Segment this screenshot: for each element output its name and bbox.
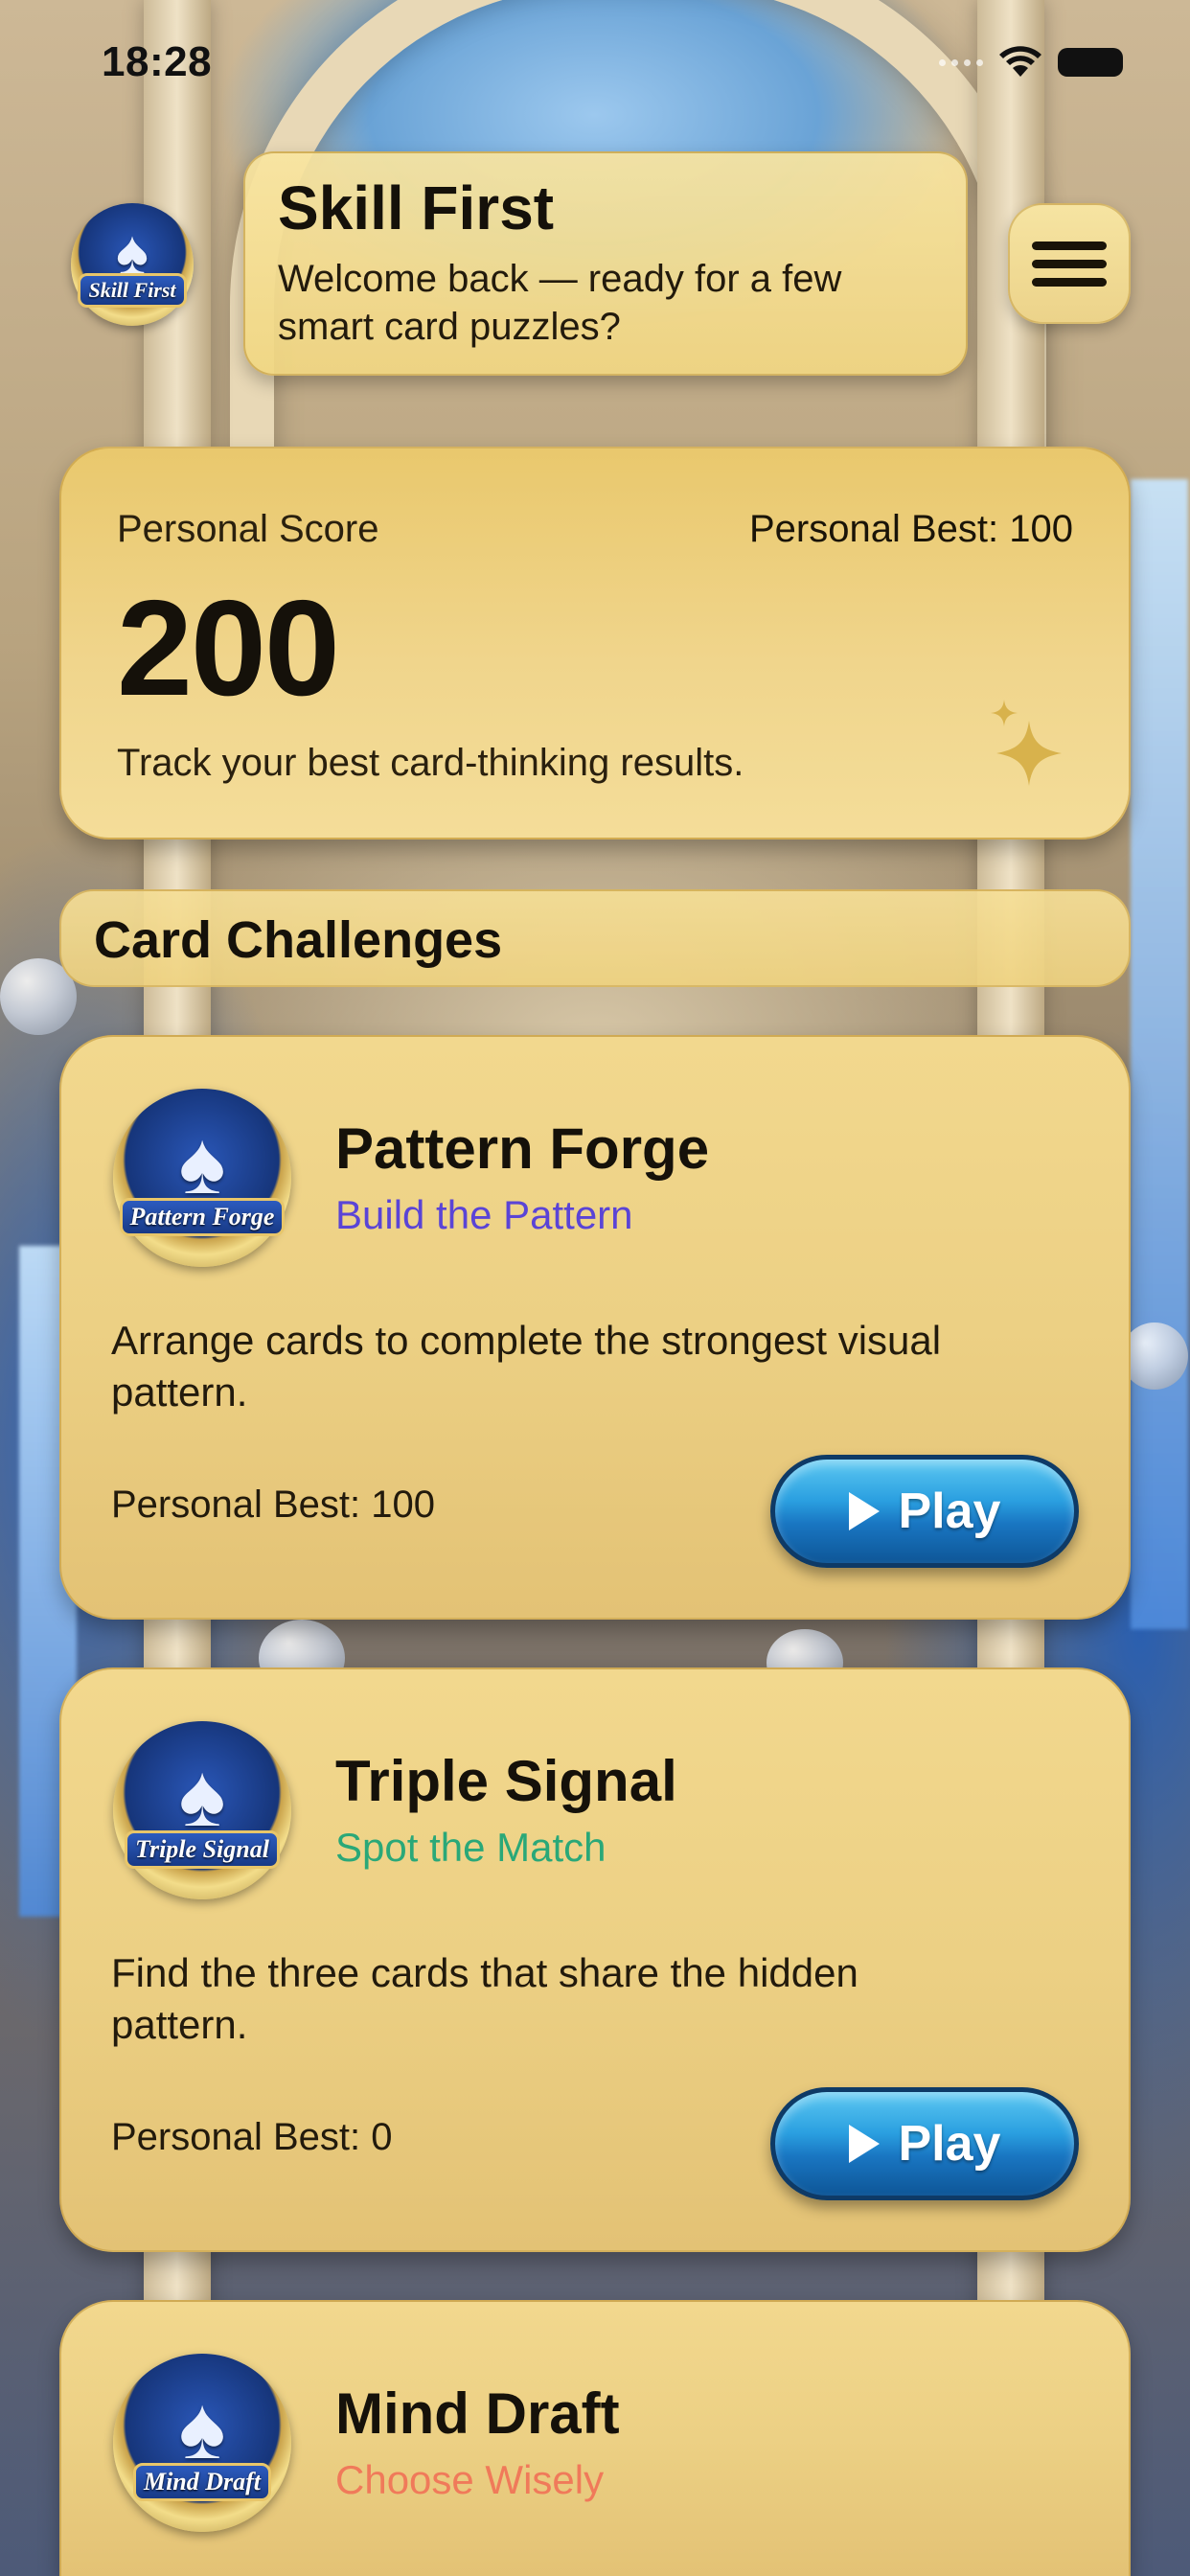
game-description: Find the three cards that share the hidd… bbox=[111, 1950, 858, 2047]
game-tagline: Spot the Match bbox=[335, 1825, 606, 1870]
game-badge: ♠ Triple Signal bbox=[113, 1721, 291, 1899]
game-icon-text: Pattern Forge bbox=[119, 1198, 286, 1236]
status-time: 18:28 bbox=[102, 38, 213, 85]
game-card-mind-draft[interactable]: ♠ Mind Draft Mind Draft Choose Wisely bbox=[59, 2300, 1131, 2576]
pattern-forge-icon: ♠ Pattern Forge bbox=[111, 1087, 293, 1269]
menu-button[interactable] bbox=[1008, 203, 1131, 324]
score-personal-best: Personal Best: 100 bbox=[749, 508, 1073, 550]
battery-icon bbox=[1058, 48, 1123, 77]
score-caption: Track your best card-thinking results. bbox=[117, 742, 744, 784]
app-logo: ♠ Skill First bbox=[65, 203, 199, 326]
play-label: Play bbox=[898, 1484, 1001, 1539]
section-header: Card Challenges bbox=[59, 889, 1131, 987]
play-button[interactable]: Play bbox=[770, 1455, 1079, 1568]
score-value: 200 bbox=[117, 572, 340, 724]
game-badge: ♠ Mind Draft bbox=[113, 2354, 291, 2532]
game-personal-best: Personal Best: 100 bbox=[111, 1484, 435, 1526]
play-button[interactable]: Play bbox=[770, 2087, 1079, 2200]
hamburger-icon-bar bbox=[1032, 241, 1107, 250]
welcome-message: Welcome back — ready for a few smart car… bbox=[278, 258, 842, 349]
play-icon bbox=[848, 1492, 880, 1530]
hamburger-icon-bar bbox=[1032, 277, 1107, 287]
logo-badge: ♠ Skill First bbox=[71, 203, 194, 326]
triple-signal-icon: ♠ Triple Signal bbox=[111, 1719, 293, 1901]
game-icon-text: Triple Signal bbox=[125, 1830, 280, 1869]
game-description: Arrange cards to complete the strongest … bbox=[111, 1318, 942, 1414]
game-card-triple-signal[interactable]: ♠ Triple Signal Triple Signal Spot the M… bbox=[59, 1668, 1131, 2252]
spade-icon: ♠ bbox=[178, 2380, 226, 2477]
play-icon bbox=[848, 2125, 880, 2163]
game-tagline: Build the Pattern bbox=[335, 1192, 633, 1237]
hamburger-icon-bar bbox=[1032, 259, 1107, 268]
game-card-pattern-forge[interactable]: ♠ Pattern Forge Pattern Forge Build the … bbox=[59, 1035, 1131, 1620]
section-title: Card Challenges bbox=[94, 911, 503, 969]
score-label: Personal Score bbox=[117, 508, 379, 550]
wifi-icon bbox=[999, 46, 1041, 77]
spade-icon: ♠ bbox=[178, 1747, 226, 1845]
logo-text: Skill First bbox=[78, 273, 187, 308]
app-title: Skill First bbox=[278, 173, 555, 242]
personal-score-card: Personal Score Personal Best: 100 200 Tr… bbox=[59, 447, 1131, 840]
game-title: Pattern Forge bbox=[335, 1116, 710, 1181]
mind-draft-icon: ♠ Mind Draft bbox=[111, 2352, 293, 2534]
game-title: Triple Signal bbox=[335, 1749, 677, 1813]
game-title: Mind Draft bbox=[335, 2381, 620, 2446]
play-label: Play bbox=[898, 2116, 1001, 2172]
background-waterfall bbox=[1131, 479, 1188, 1629]
status-bar: 18:28 bbox=[0, 38, 1190, 88]
game-tagline: Choose Wisely bbox=[335, 2457, 605, 2502]
spade-icon: ♠ bbox=[178, 1115, 226, 1212]
sparkle-icon bbox=[991, 700, 1062, 786]
welcome-panel: Skill First Welcome back — ready for a f… bbox=[243, 151, 968, 376]
game-personal-best: Personal Best: 0 bbox=[111, 2116, 393, 2158]
status-icons bbox=[939, 46, 1123, 79]
background-orb bbox=[1121, 1322, 1188, 1390]
cellular-signal-icon bbox=[939, 58, 983, 66]
game-badge: ♠ Pattern Forge bbox=[113, 1089, 291, 1267]
game-icon-text: Mind Draft bbox=[132, 2463, 272, 2501]
